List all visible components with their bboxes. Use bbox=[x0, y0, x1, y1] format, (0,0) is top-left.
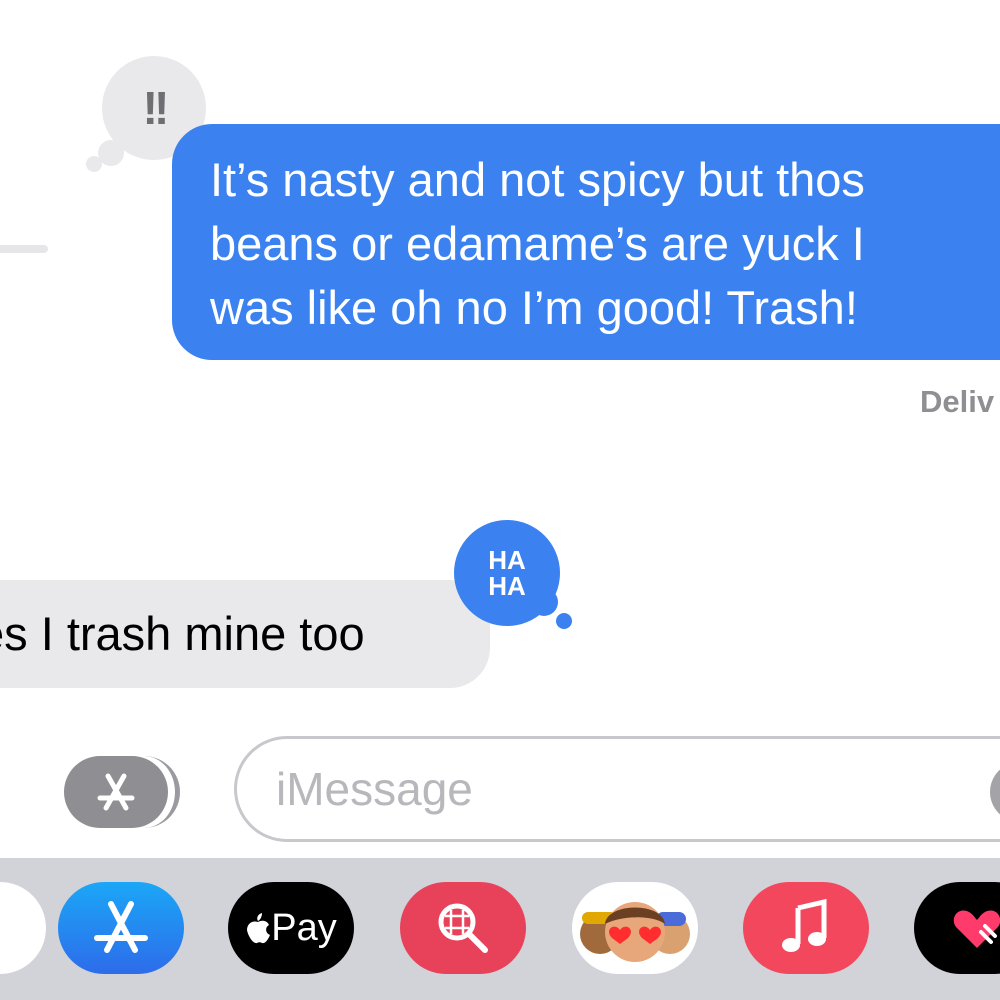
music-button[interactable] bbox=[743, 882, 869, 974]
app-store-icon bbox=[97, 773, 135, 811]
app-store-button[interactable] bbox=[58, 882, 184, 974]
apps-button[interactable] bbox=[64, 756, 168, 828]
memoji-stickers-button[interactable] bbox=[572, 882, 698, 974]
apple-pay-label: Pay bbox=[271, 906, 337, 949]
apple-logo-icon bbox=[247, 913, 271, 944]
sent-message-text: It’s nasty and not spicy but thos beans … bbox=[210, 153, 865, 334]
app-store-icon bbox=[94, 901, 148, 953]
image-search-button[interactable] bbox=[400, 882, 526, 974]
music-icon bbox=[782, 898, 827, 952]
messages-screen: !! It’s nasty and not spicy but thos bea… bbox=[0, 0, 1000, 1000]
divider bbox=[0, 245, 48, 253]
tapback-tail-dot bbox=[556, 613, 572, 629]
apple-pay-button[interactable]: Pay bbox=[228, 882, 354, 974]
delivered-status: Deliv bbox=[920, 384, 995, 419]
emphasis-tapback-label: !! bbox=[142, 82, 170, 134]
message-input-placeholder: iMessage bbox=[276, 763, 473, 815]
memoji-stickers-icon bbox=[580, 902, 690, 962]
haha-tapback-line1: HA bbox=[488, 545, 526, 575]
digital-touch-button[interactable] bbox=[914, 882, 1000, 974]
haha-tapback-line2: HA bbox=[488, 571, 526, 601]
digital-touch-icon bbox=[953, 910, 1000, 948]
received-message-text: es I trash mine too bbox=[0, 607, 365, 660]
haha-tapback[interactable]: HA HA bbox=[454, 520, 560, 626]
image-search-icon bbox=[438, 903, 488, 953]
